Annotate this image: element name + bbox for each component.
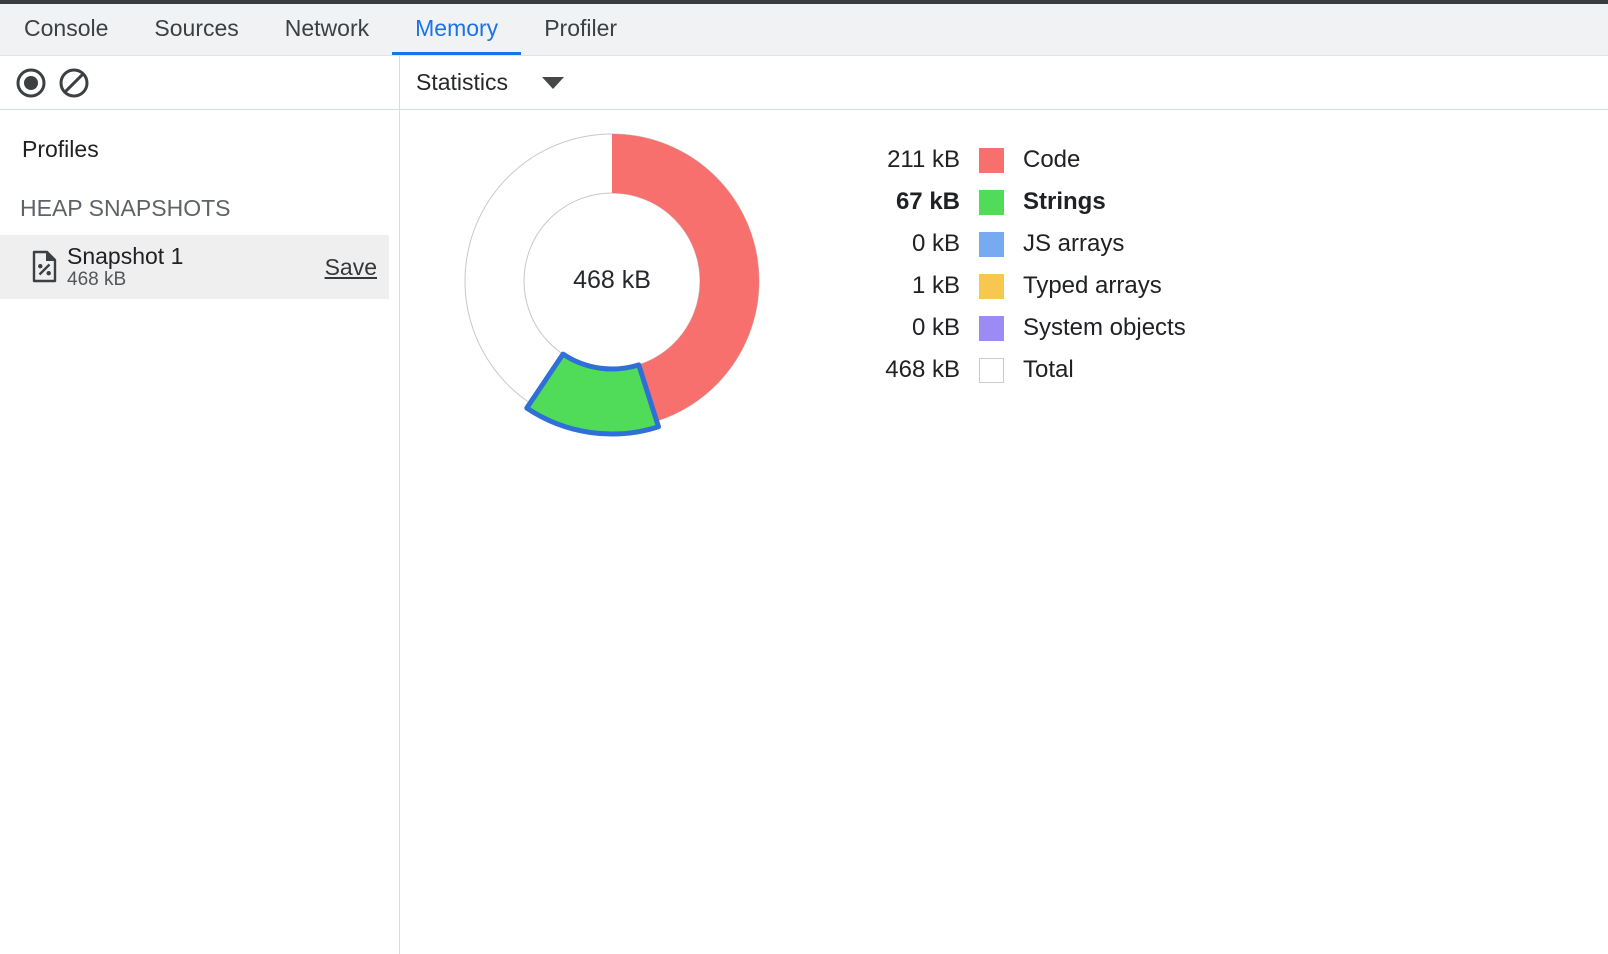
tab-label: Network [285, 15, 369, 42]
legend-value: 468 kB [860, 356, 960, 384]
legend-value: 1 kB [860, 272, 960, 300]
legend-value: 67 kB [860, 188, 960, 216]
tab-profiler[interactable]: Profiler [521, 4, 640, 55]
memory-toolbar: Statistics [0, 56, 1608, 110]
record-icon [15, 67, 47, 99]
legend-row-strings[interactable]: 67 kB Strings [860, 181, 1186, 223]
heap-snapshot-file-icon [30, 250, 58, 284]
devtools-window: Console Sources Network Memory Profiler [0, 0, 1608, 954]
snapshot-list-item[interactable]: Snapshot 1 468 kB Save [0, 235, 389, 299]
legend-label: Strings [1023, 188, 1106, 216]
profiles-sidebar: Profiles HEAP SNAPSHOTS Snapshot 1 468 k… [0, 110, 400, 954]
perspective-selector-area: Statistics [400, 56, 564, 109]
memory-panel-body: Profiles HEAP SNAPSHOTS Snapshot 1 468 k… [0, 110, 1608, 954]
chart-total-label: 468 kB [452, 266, 772, 295]
dropdown-caret-icon [542, 77, 564, 89]
legend-row-code[interactable]: 211 kB Code [860, 139, 1186, 181]
heap-snapshots-section-title: HEAP SNAPSHOTS [0, 195, 399, 222]
legend-row-system-objects[interactable]: 0 kB System objects [860, 307, 1186, 349]
legend-value: 0 kB [860, 230, 960, 258]
snapshot-texts: Snapshot 1 468 kB [67, 243, 183, 291]
tab-console[interactable]: Console [1, 4, 131, 55]
legend-row-typed-arrays[interactable]: 1 kB Typed arrays [860, 265, 1186, 307]
legend-value: 0 kB [860, 314, 960, 342]
tab-label: Sources [154, 15, 238, 42]
clear-profiles-button[interactable] [58, 67, 90, 99]
perspective-dropdown-value: Statistics [416, 69, 508, 96]
snapshot-name: Snapshot 1 [67, 243, 183, 269]
typed-arrays-swatch-icon [979, 274, 1004, 299]
record-heap-snapshot-button[interactable] [15, 67, 47, 99]
save-snapshot-link[interactable]: Save [325, 254, 377, 281]
tab-label: Memory [415, 15, 498, 42]
legend-label: Code [1023, 146, 1080, 174]
perspective-dropdown[interactable]: Statistics [416, 69, 564, 96]
statistics-panel: 468 kB 211 kB Code 67 kB Strings 0 kB JS… [400, 110, 1608, 954]
snapshot-size: 468 kB [67, 269, 183, 291]
system-objects-swatch-icon [979, 316, 1004, 341]
profile-controls [0, 56, 400, 109]
legend-label: Total [1023, 356, 1074, 384]
legend-row-total[interactable]: 468 kB Total [860, 349, 1186, 391]
tab-label: Console [24, 15, 108, 42]
clear-icon [58, 67, 90, 99]
devtools-tabbar: Console Sources Network Memory Profiler [0, 4, 1608, 56]
legend-label: JS arrays [1023, 230, 1124, 258]
js-arrays-swatch-icon [979, 232, 1004, 257]
total-swatch-icon [979, 358, 1004, 383]
tab-label: Profiler [544, 15, 617, 42]
tab-sources[interactable]: Sources [131, 4, 261, 55]
chart-legend: 211 kB Code 67 kB Strings 0 kB JS arrays… [860, 139, 1186, 391]
legend-row-js-arrays[interactable]: 0 kB JS arrays [860, 223, 1186, 265]
legend-label: Typed arrays [1023, 272, 1162, 300]
code-swatch-icon [979, 148, 1004, 173]
strings-swatch-icon [979, 190, 1004, 215]
legend-value: 211 kB [860, 146, 960, 174]
tab-network[interactable]: Network [262, 4, 392, 55]
donut-slice-strings[interactable] [527, 354, 659, 434]
profiles-title: Profiles [0, 110, 399, 163]
tab-memory[interactable]: Memory [392, 4, 521, 55]
legend-label: System objects [1023, 314, 1186, 342]
